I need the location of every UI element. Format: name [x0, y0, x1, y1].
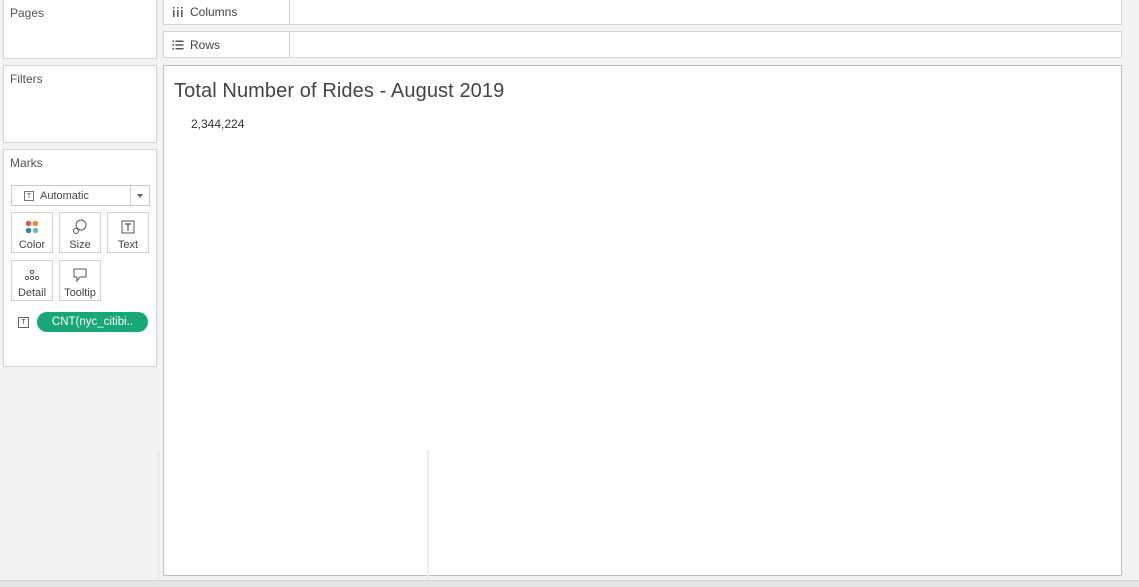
rows-icon [172, 39, 184, 51]
divider [427, 450, 429, 587]
pages-card: Pages [3, 0, 157, 59]
marks-title: Marks [10, 156, 43, 170]
detail-button-label: Detail [17, 287, 47, 299]
size-button-label: Size [69, 239, 91, 251]
color-button-label: Color [18, 239, 46, 251]
marks-card: Marks T Automatic Color Size Text Detail… [3, 149, 157, 367]
rows-label: Rows [190, 37, 221, 52]
size-icon [60, 219, 100, 235]
text-button-label: Text [117, 239, 139, 251]
chevron-down-icon[interactable] [130, 186, 149, 205]
pages-title: Pages [10, 6, 45, 20]
divider [157, 450, 160, 580]
tooltip-button-label: Tooltip [64, 287, 96, 299]
rows-shelf[interactable]: Rows [163, 31, 1122, 58]
text-mark-icon: T [24, 190, 34, 201]
tooltip-icon [60, 267, 100, 283]
measure-pill[interactable]: CNT(nyc_citibi.. [37, 312, 148, 332]
color-button[interactable]: Color [11, 212, 53, 253]
filters-card[interactable]: Filters [3, 65, 157, 143]
text-button[interactable]: Text [107, 212, 149, 253]
text-icon [108, 219, 148, 235]
columns-shelf-header: Columns [164, 0, 290, 24]
size-button[interactable]: Size [59, 212, 101, 253]
filters-title: Filters [10, 72, 43, 86]
color-dots-icon [12, 219, 52, 235]
columns-label: Columns [190, 4, 238, 19]
detail-button[interactable]: Detail [11, 260, 53, 301]
view-area[interactable]: Total Number of Rides - August 2019 2,34… [163, 65, 1122, 576]
mark-type-dropdown[interactable]: T Automatic [11, 185, 150, 206]
sheet-title: Total Number of Rides - August 2019 [174, 80, 505, 102]
mark-type-label: Automatic [40, 189, 89, 202]
columns-shelf[interactable]: Columns [163, 0, 1122, 25]
bottom-tab-strip[interactable] [0, 580, 1139, 587]
text-encoding-icon[interactable]: T [18, 316, 29, 328]
rows-shelf-header: Rows [164, 32, 290, 57]
detail-icon [12, 267, 52, 283]
tooltip-button[interactable]: Tooltip [59, 260, 101, 301]
marks-field-row: T CNT(nyc_citibi.. [18, 312, 148, 332]
total-rides-value[interactable]: 2,344,224 [191, 117, 244, 131]
columns-icon [172, 6, 184, 18]
